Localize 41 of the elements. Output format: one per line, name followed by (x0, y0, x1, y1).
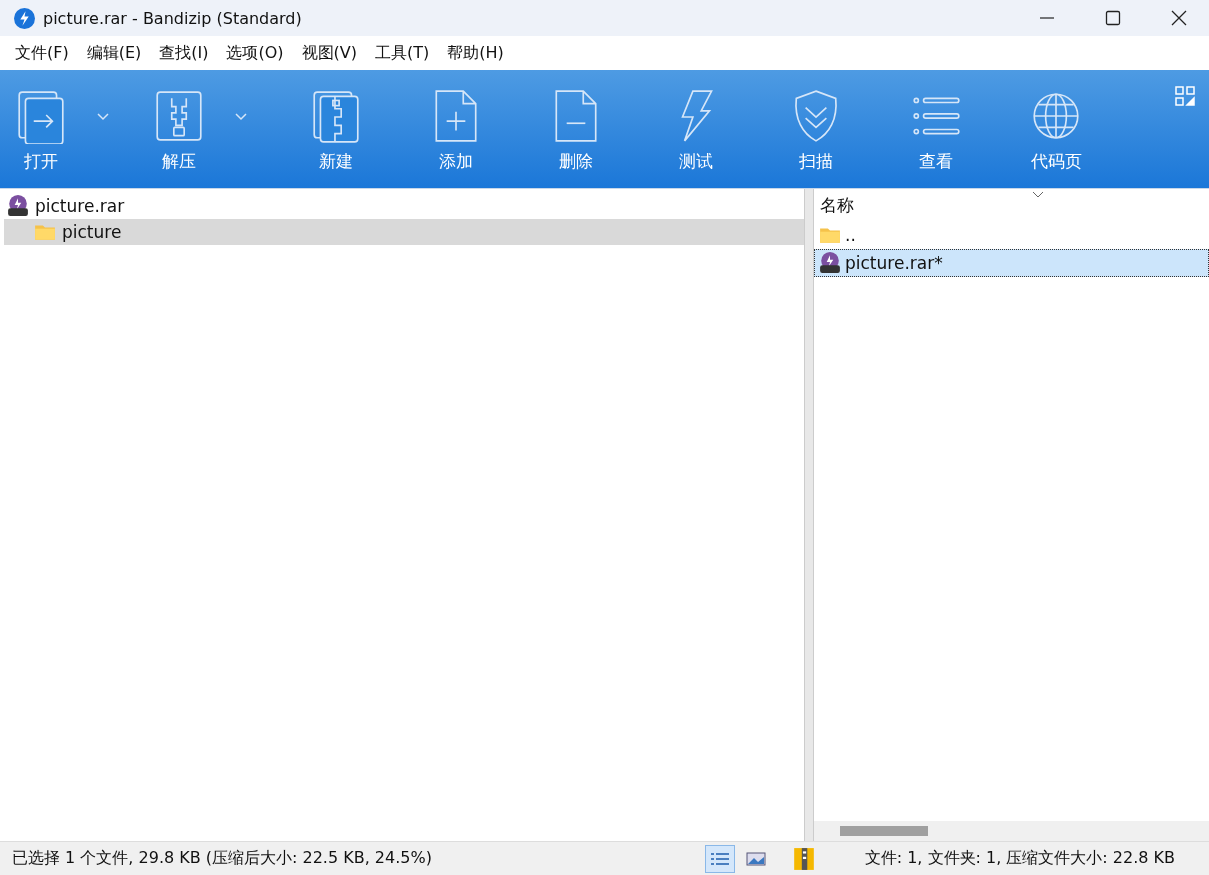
zipper-file-icon (153, 88, 205, 144)
archive-icon (819, 252, 841, 274)
toolbar-button[interactable]: 扫描 (786, 88, 846, 173)
tree-item[interactable]: picture (4, 219, 804, 245)
status-text: 文件: 1, 文件夹: 1, 压缩文件大小: 22.8 KB (864, 848, 1175, 869)
layout-icon[interactable] (1175, 86, 1195, 106)
archive-book-icon[interactable] (792, 846, 815, 871)
maximize-icon[interactable] (1105, 10, 1121, 26)
menu-item[interactable]: 查找(I) (150, 42, 218, 64)
details-list-icon (709, 850, 730, 867)
toolbar-button[interactable]: 查看 (906, 88, 966, 173)
menu-item[interactable]: 工具(T) (366, 42, 439, 64)
file-row[interactable]: .. (814, 221, 1209, 249)
window-title: picture.rar - Bandizip (Standard) (43, 8, 302, 28)
menu-item[interactable]: 编辑(E) (77, 42, 151, 64)
menu-item[interactable]: 帮助(H) (438, 42, 513, 64)
menu-item[interactable]: 选项(O) (217, 42, 293, 64)
scrollbar-thumb[interactable] (840, 826, 928, 836)
menu-item[interactable]: 视图(V) (292, 42, 366, 64)
new-archive-icon (310, 88, 362, 144)
toolbar-button[interactable]: 代码页 (1026, 88, 1086, 173)
toolbar-button[interactable]: 新建 (306, 88, 366, 173)
toolbar-button[interactable]: 测试 (666, 88, 726, 173)
status-text: 已选择 1 个文件, 29.8 KB (压缩后大小: 22.5 KB, 24.5%) (12, 848, 432, 869)
toolbar-button[interactable]: 打开 (11, 88, 113, 173)
image-icon (745, 850, 766, 867)
close-icon[interactable] (1171, 10, 1187, 26)
view-button[interactable] (704, 844, 735, 873)
archive-icon (7, 195, 29, 217)
toolbar-button[interactable]: 删除 (546, 88, 606, 173)
column-header[interactable]: 名称 (820, 193, 854, 217)
open-file-icon (15, 88, 67, 144)
caret-icon (97, 113, 109, 121)
menu-item[interactable]: 文件(F) (6, 42, 78, 64)
toolbar-button[interactable]: 添加 (426, 88, 486, 173)
toolbar-button[interactable]: 解压 (149, 88, 251, 173)
file-row[interactable]: picture.rar* (814, 249, 1209, 277)
app-logo-icon (14, 7, 35, 29)
sort-caret-icon (1032, 191, 1044, 198)
tree-item[interactable]: picture.rar (4, 193, 804, 219)
caret-icon (235, 113, 247, 121)
